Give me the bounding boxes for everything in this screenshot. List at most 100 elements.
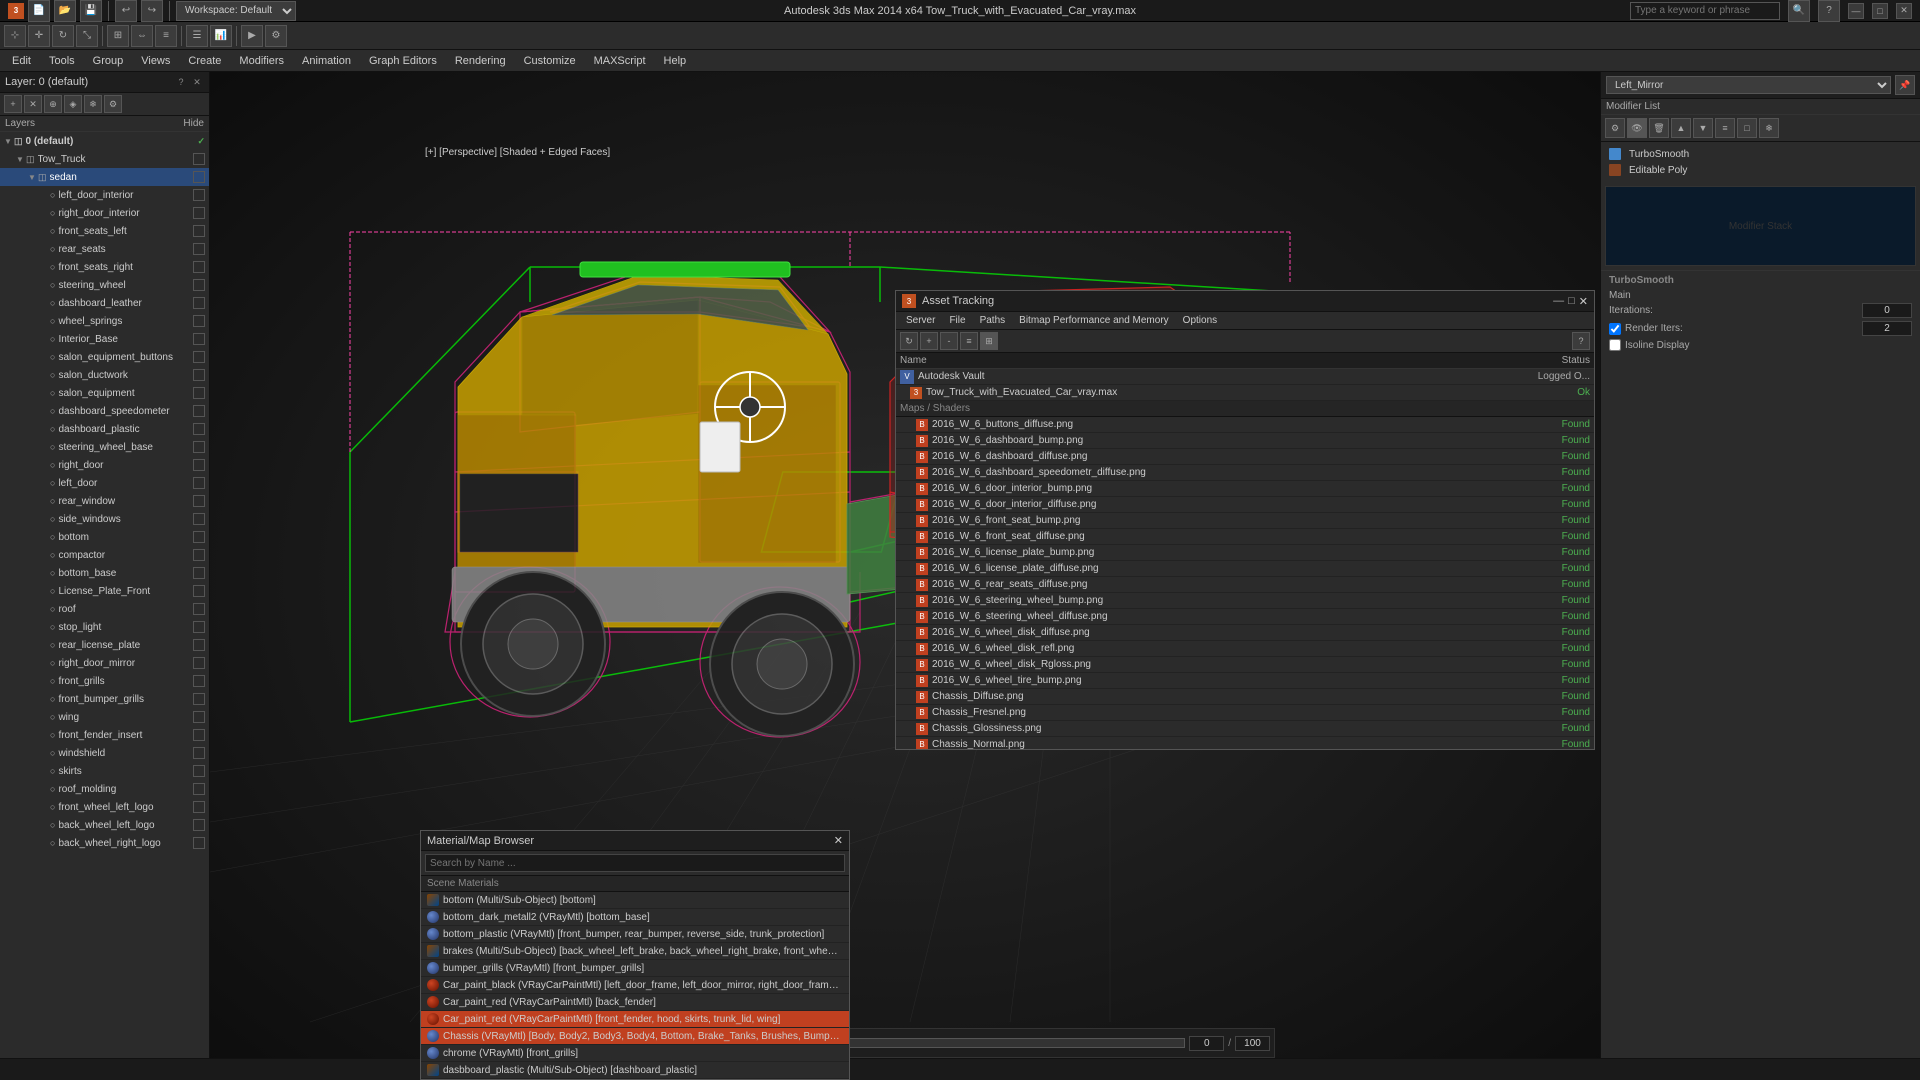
menu-animation[interactable]: Animation	[294, 53, 359, 69]
layer-freeze-btn[interactable]: ❄	[84, 95, 102, 113]
close-btn[interactable]: ✕	[1896, 3, 1912, 19]
at-file-row[interactable]: B2016_W_6_buttons_diffuse.pngFound	[896, 417, 1594, 433]
mb-item[interactable]: chrome (VRayMtl) [front_grills]	[421, 1045, 849, 1062]
menu-modifiers[interactable]: Modifiers	[231, 53, 292, 69]
tree-item-Interior_Base[interactable]: ○Interior_Base	[0, 330, 209, 348]
at-file-row[interactable]: B2016_W_6_front_seat_diffuse.pngFound	[896, 529, 1594, 545]
search-input[interactable]	[1630, 2, 1780, 20]
layer-btn[interactable]: ☰	[186, 25, 208, 47]
at-detail-view-btn[interactable]: ⊞	[980, 332, 998, 350]
tree-item-right_door_mirror[interactable]: ○right_door_mirror	[0, 654, 209, 672]
mod-expand-btn[interactable]: ≡	[1715, 118, 1735, 138]
open-btn[interactable]: 📂	[54, 0, 76, 22]
at-maximize-btn[interactable]: □	[1568, 295, 1575, 308]
at-collapse-btn[interactable]: -	[940, 332, 958, 350]
layer-settings-btn[interactable]: ⚙	[104, 95, 122, 113]
move-btn[interactable]: ✛	[28, 25, 50, 47]
menu-tools[interactable]: Tools	[41, 53, 83, 69]
at-file-row[interactable]: B2016_W_6_wheel_disk_Rgloss.pngFound	[896, 657, 1594, 673]
tree-item-sedan[interactable]: ▼◫sedan	[0, 168, 209, 186]
layer-select-btn[interactable]: ◈	[64, 95, 82, 113]
mirror-btn[interactable]: ⇔	[131, 25, 153, 47]
graph-btn[interactable]: 📊	[210, 25, 232, 47]
layer-delete-btn[interactable]: ✕	[24, 95, 42, 113]
at-close-btn[interactable]: ✕	[1579, 295, 1588, 308]
modifier-editable-poly[interactable]: Editable Poly	[1605, 162, 1916, 178]
tree-item-front_wheel_left_logo[interactable]: ○front_wheel_left_logo	[0, 798, 209, 816]
mod-collapse-btn[interactable]: □	[1737, 118, 1757, 138]
tree-item-steering_wheel[interactable]: ○steering_wheel	[0, 276, 209, 294]
at-file-row[interactable]: B2016_W_6_door_interior_bump.pngFound	[896, 481, 1594, 497]
tree-item-salon_equipment_buttons[interactable]: ○salon_equipment_buttons	[0, 348, 209, 366]
mb-item[interactable]: bottom_dark_metall2 (VRayMtl) [bottom_ba…	[421, 909, 849, 926]
at-file-row[interactable]: B2016_W_6_wheel_disk_diffuse.pngFound	[896, 625, 1594, 641]
tree-item-dashboard_leather[interactable]: ○dashboard_leather	[0, 294, 209, 312]
mb-item[interactable]: bumper_grills (VRayMtl) [front_bumper_gr…	[421, 960, 849, 977]
render-iters-checkbox[interactable]	[1609, 323, 1621, 335]
tree-item-front_grills[interactable]: ○front_grills	[0, 672, 209, 690]
tree-item-0-(default)[interactable]: ▼◫0 (default)✓	[0, 132, 209, 150]
tree-item-side_windows[interactable]: ○side_windows	[0, 510, 209, 528]
tree-item-steering_wheel_base[interactable]: ○steering_wheel_base	[0, 438, 209, 456]
tree-item-rear_license_plate[interactable]: ○rear_license_plate	[0, 636, 209, 654]
object-dropdown[interactable]: Left_Mirror	[1606, 76, 1891, 94]
at-help-btn[interactable]: ?	[1572, 332, 1590, 350]
save-btn[interactable]: 💾	[80, 0, 102, 22]
scale-btn[interactable]: ⤡	[76, 25, 98, 47]
at-file-row[interactable]: B2016_W_6_steering_wheel_bump.pngFound	[896, 593, 1594, 609]
menu-help[interactable]: Help	[656, 53, 695, 69]
at-menu-options[interactable]: Options	[1177, 314, 1223, 327]
menu-create[interactable]: Create	[180, 53, 229, 69]
at-file-row[interactable]: B2016_W_6_steering_wheel_diffuse.pngFoun…	[896, 609, 1594, 625]
mb-item[interactable]: bottom_plastic (VRayMtl) [front_bumper, …	[421, 926, 849, 943]
mb-item[interactable]: bottom (Multi/Sub-Object) [bottom]	[421, 892, 849, 909]
menu-views[interactable]: Views	[133, 53, 178, 69]
tree-item-rear_window[interactable]: ○rear_window	[0, 492, 209, 510]
iterations-input[interactable]	[1862, 303, 1912, 318]
tree-item-rear_seats[interactable]: ○rear_seats	[0, 240, 209, 258]
at-file-row[interactable]: B2016_W_6_dashboard_diffuse.pngFound	[896, 449, 1594, 465]
at-file-row[interactable]: B2016_W_6_wheel_tire_bump.pngFound	[896, 673, 1594, 689]
tree-item-dashboard_speedometer[interactable]: ○dashboard_speedometer	[0, 402, 209, 420]
tree-item-wheel_springs[interactable]: ○wheel_springs	[0, 312, 209, 330]
mb-item[interactable]: brakes (Multi/Sub-Object) [back_wheel_le…	[421, 943, 849, 960]
tree-item-right_door[interactable]: ○right_door	[0, 456, 209, 474]
tree-item-dashboard_plastic[interactable]: ○dashboard_plastic	[0, 420, 209, 438]
redo-btn[interactable]: ↪	[141, 0, 163, 22]
tree-item-left_door_interior[interactable]: ○left_door_interior	[0, 186, 209, 204]
mod-move-down-btn[interactable]: ▼	[1693, 118, 1713, 138]
at-file-row[interactable]: B2016_W_6_license_plate_bump.pngFound	[896, 545, 1594, 561]
undo-btn[interactable]: ↩	[115, 0, 137, 22]
tree-item-front_seats_left[interactable]: ○front_seats_left	[0, 222, 209, 240]
new-btn[interactable]: 📄	[28, 0, 50, 22]
at-file-row[interactable]: BChassis_Fresnel.pngFound	[896, 705, 1594, 721]
at-file-row[interactable]: B2016_W_6_front_seat_bump.pngFound	[896, 513, 1594, 529]
tree-item-roof[interactable]: ○roof	[0, 600, 209, 618]
at-file-row[interactable]: B2016_W_6_dashboard_bump.pngFound	[896, 433, 1594, 449]
at-file-row[interactable]: B2016_W_6_rear_seats_diffuse.pngFound	[896, 577, 1594, 593]
frame-total-input[interactable]	[1235, 1036, 1270, 1051]
tree-item-left_door[interactable]: ○left_door	[0, 474, 209, 492]
minimize-btn[interactable]: —	[1848, 3, 1864, 19]
isoline-checkbox[interactable]	[1609, 339, 1621, 351]
layer-add-btn[interactable]: ⊕	[44, 95, 62, 113]
modifier-turbosmooth[interactable]: TurboSmooth	[1605, 146, 1916, 162]
at-minimize-btn[interactable]: —	[1553, 295, 1564, 308]
menu-graph-editors[interactable]: Graph Editors	[361, 53, 445, 69]
at-file-row[interactable]: B2016_W_6_dashboard_speedometr_diffuse.p…	[896, 465, 1594, 481]
mod-move-up-btn[interactable]: ▲	[1671, 118, 1691, 138]
menu-customize[interactable]: Customize	[516, 53, 584, 69]
mb-item[interactable]: Car_paint_red (VRayCarPaintMtl) [back_fe…	[421, 994, 849, 1011]
mb-item[interactable]: dasbboard_plastic (Multi/Sub-Object) [da…	[421, 1062, 849, 1079]
layer-new-btn[interactable]: +	[4, 95, 22, 113]
tree-item-Tow_Truck[interactable]: ▼◫Tow_Truck	[0, 150, 209, 168]
mod-show-btn[interactable]: 👁	[1627, 118, 1647, 138]
mod-pin-btn[interactable]: 📌	[1895, 75, 1915, 95]
tree-item-License_Plate_Front[interactable]: ○License_Plate_Front	[0, 582, 209, 600]
mod-configure-btn[interactable]: ⚙	[1605, 118, 1625, 138]
tree-item-compactor[interactable]: ○compactor	[0, 546, 209, 564]
at-menu-bitmap-perf[interactable]: Bitmap Performance and Memory	[1013, 314, 1175, 327]
at-file-row[interactable]: B2016_W_6_license_plate_diffuse.pngFound	[896, 561, 1594, 577]
mod-freeze-btn[interactable]: ❄	[1759, 118, 1779, 138]
at-file-row[interactable]: BChassis_Glossiness.pngFound	[896, 721, 1594, 737]
